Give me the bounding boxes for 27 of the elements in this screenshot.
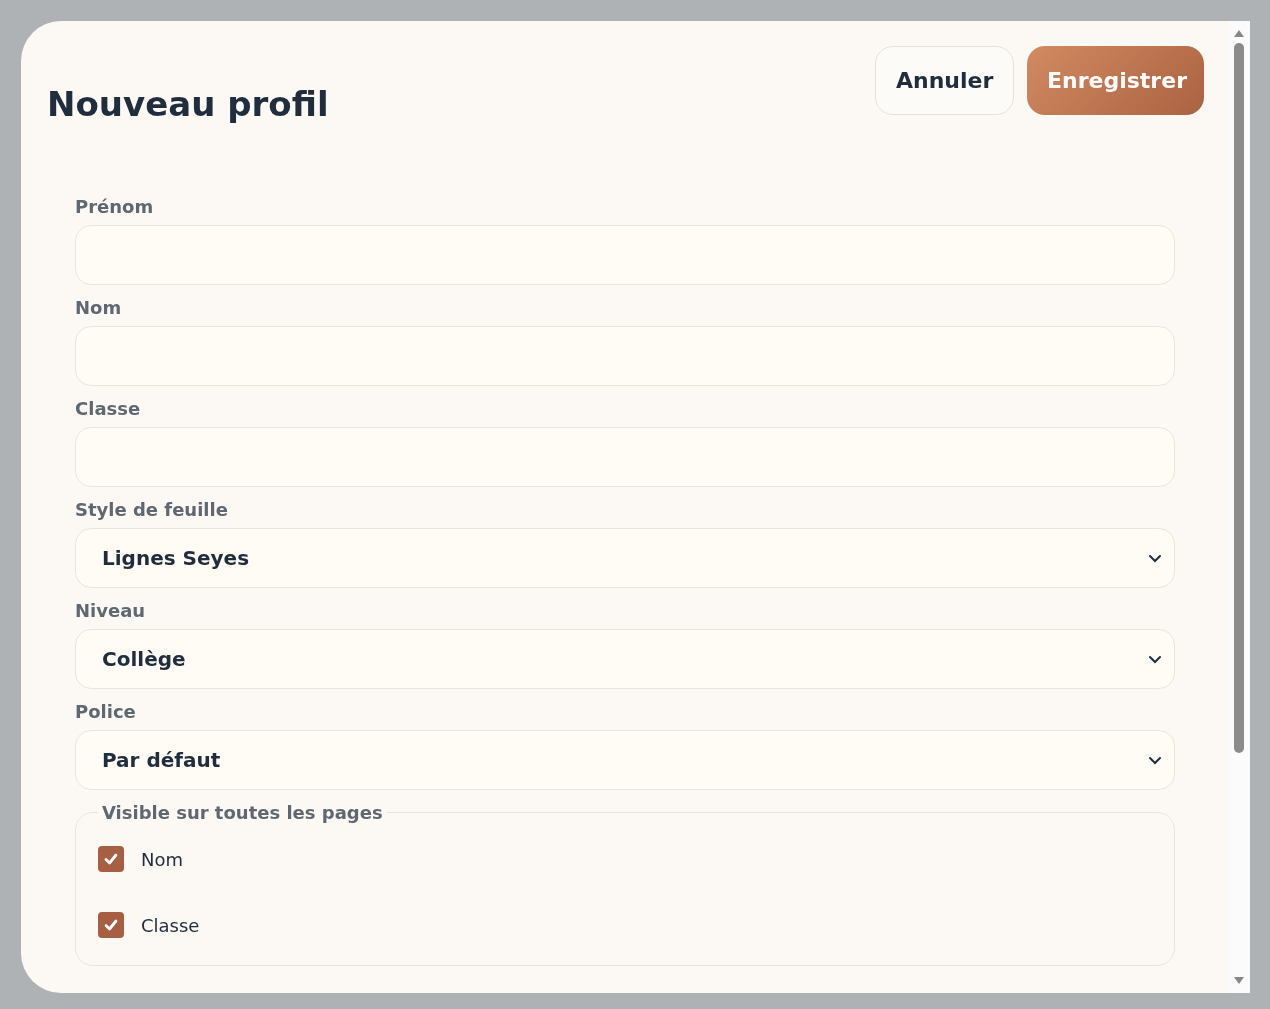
field-label: Nom (75, 297, 123, 318)
checkbox[interactable] (98, 912, 124, 938)
group-legend: Visible sur toutes les pages (98, 802, 387, 823)
chevron-down-icon (1148, 755, 1162, 765)
chevron-down-icon (1148, 553, 1162, 563)
field-label: Niveau (75, 600, 147, 621)
chevron-down-icon (1148, 654, 1162, 664)
select-dropdown[interactable]: Lignes Seyes (75, 528, 1175, 588)
field-label: Classe (75, 398, 142, 419)
scroll-down-icon[interactable] (1234, 977, 1244, 984)
save-button[interactable]: Enregistrer (1027, 46, 1204, 115)
input-field[interactable] (75, 427, 1175, 487)
checkbox-label: Nom (141, 848, 183, 870)
dialog-title: Nouveau profil (47, 84, 329, 124)
select-dropdown[interactable]: Par défaut (75, 730, 1175, 790)
select-dropdown[interactable]: Collège (75, 629, 1175, 689)
cancel-button[interactable]: Annuler (875, 46, 1014, 115)
checkbox[interactable] (98, 846, 124, 872)
field-label: Style de feuille (75, 499, 229, 520)
field-label: Prénom (75, 196, 155, 217)
scrollbar[interactable] (1228, 21, 1250, 993)
scroll-up-icon[interactable] (1234, 30, 1244, 37)
field-label: Police (75, 701, 137, 722)
scrollbar-thumb[interactable] (1234, 43, 1244, 753)
checkbox-label: Classe (141, 914, 200, 936)
input-field[interactable] (75, 225, 1175, 285)
input-field[interactable] (75, 326, 1175, 386)
